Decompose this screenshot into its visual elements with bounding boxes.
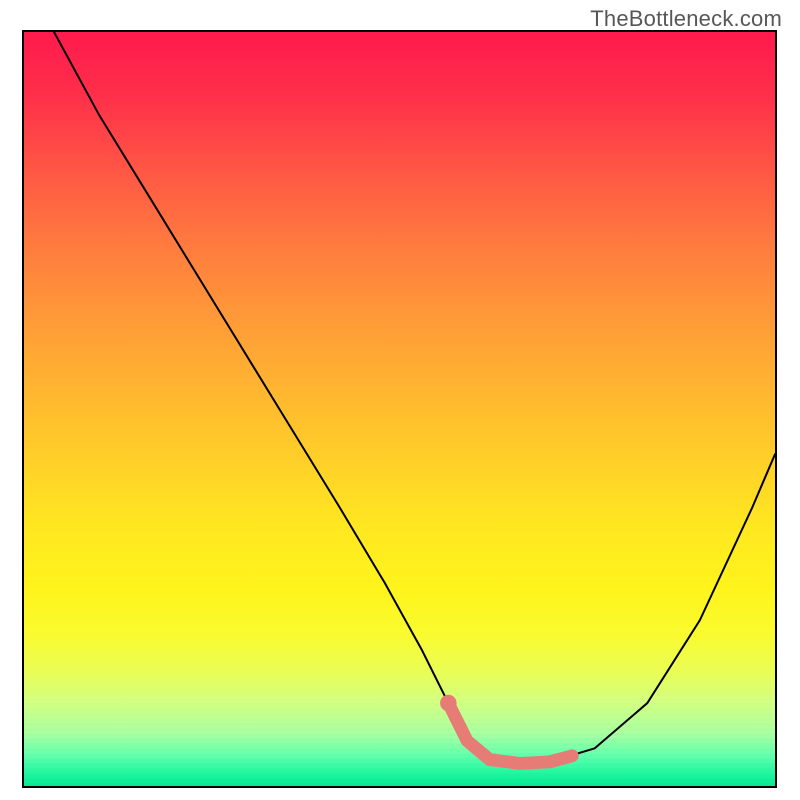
curve-svg [24, 32, 775, 786]
highlight-curve [448, 703, 572, 763]
highlight-start-dot [440, 695, 457, 712]
plot-area [22, 30, 777, 788]
chart-container: TheBottleneck.com [0, 0, 800, 800]
bottleneck-curve [54, 32, 775, 763]
watermark-label: TheBottleneck.com [590, 6, 782, 32]
